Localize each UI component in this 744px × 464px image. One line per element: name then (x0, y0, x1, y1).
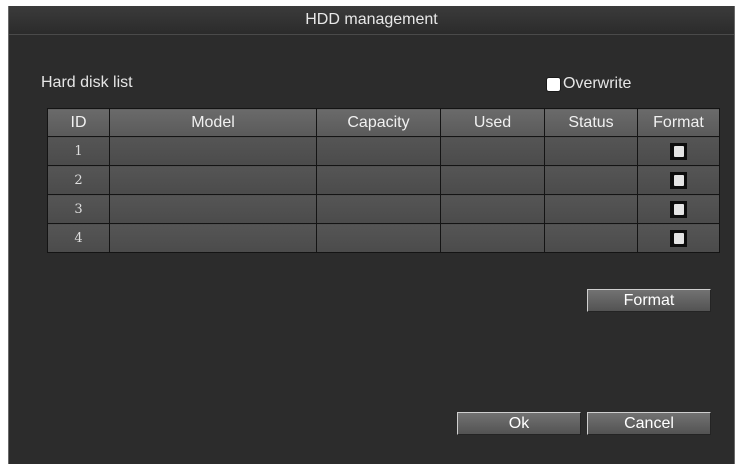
disk-model-cell (109, 165, 317, 195)
disk-status-cell (544, 194, 638, 224)
format-checkbox[interactable] (670, 229, 687, 247)
hdd-management-dialog: HDD management Hard disk list Overwrite … (8, 6, 735, 464)
disk-status-cell (544, 136, 638, 166)
disk-capacity-cell (316, 136, 441, 166)
disk-model-cell (109, 223, 317, 253)
disk-used-cell (440, 194, 545, 224)
format-select-cell (637, 223, 720, 253)
disk-id-cell: 3 (47, 194, 110, 224)
disk-id-cell: 4 (47, 223, 110, 253)
column-header-id: ID (47, 108, 110, 137)
format-checkbox[interactable] (670, 171, 687, 189)
disk-capacity-cell (316, 223, 441, 253)
column-header-used: Used (440, 108, 545, 137)
disk-capacity-cell (316, 165, 441, 195)
format-select-cell (637, 136, 720, 166)
column-header-capacity: Capacity (316, 108, 441, 137)
disk-id-cell: 1 (47, 136, 110, 166)
hard-disk-list-label: Hard disk list (41, 74, 133, 91)
disk-used-cell (440, 136, 545, 166)
overwrite-label: Overwrite (563, 75, 632, 92)
overwrite-checkbox[interactable]: Overwrite (546, 75, 631, 93)
disk-used-cell (440, 165, 545, 195)
format-checkbox[interactable] (670, 200, 687, 218)
column-header-model: Model (109, 108, 317, 137)
table-header-row: ID Model Capacity Used Status Format (47, 108, 720, 137)
table-row[interactable]: 2 (47, 165, 720, 195)
disk-model-cell (109, 194, 317, 224)
disk-capacity-cell (316, 194, 441, 224)
table-row[interactable]: 1 (47, 136, 720, 166)
format-button[interactable]: Format (587, 289, 711, 312)
disk-id-cell: 2 (47, 165, 110, 195)
disk-status-cell (544, 223, 638, 253)
hard-disk-table: ID Model Capacity Used Status Format 1 2 (47, 108, 720, 253)
disk-used-cell (440, 223, 545, 253)
format-select-cell (637, 194, 720, 224)
dialog-title: HDD management (9, 6, 734, 35)
disk-model-cell (109, 136, 317, 166)
ok-button[interactable]: Ok (457, 412, 581, 435)
disk-status-cell (544, 165, 638, 195)
table-row[interactable]: 4 (47, 223, 720, 253)
table-row[interactable]: 3 (47, 194, 720, 224)
format-checkbox[interactable] (670, 142, 687, 160)
column-header-format: Format (637, 108, 720, 137)
column-header-status: Status (544, 108, 638, 137)
format-select-cell (637, 165, 720, 195)
cancel-button[interactable]: Cancel (587, 412, 711, 435)
overwrite-checkbox-box[interactable] (546, 76, 561, 92)
